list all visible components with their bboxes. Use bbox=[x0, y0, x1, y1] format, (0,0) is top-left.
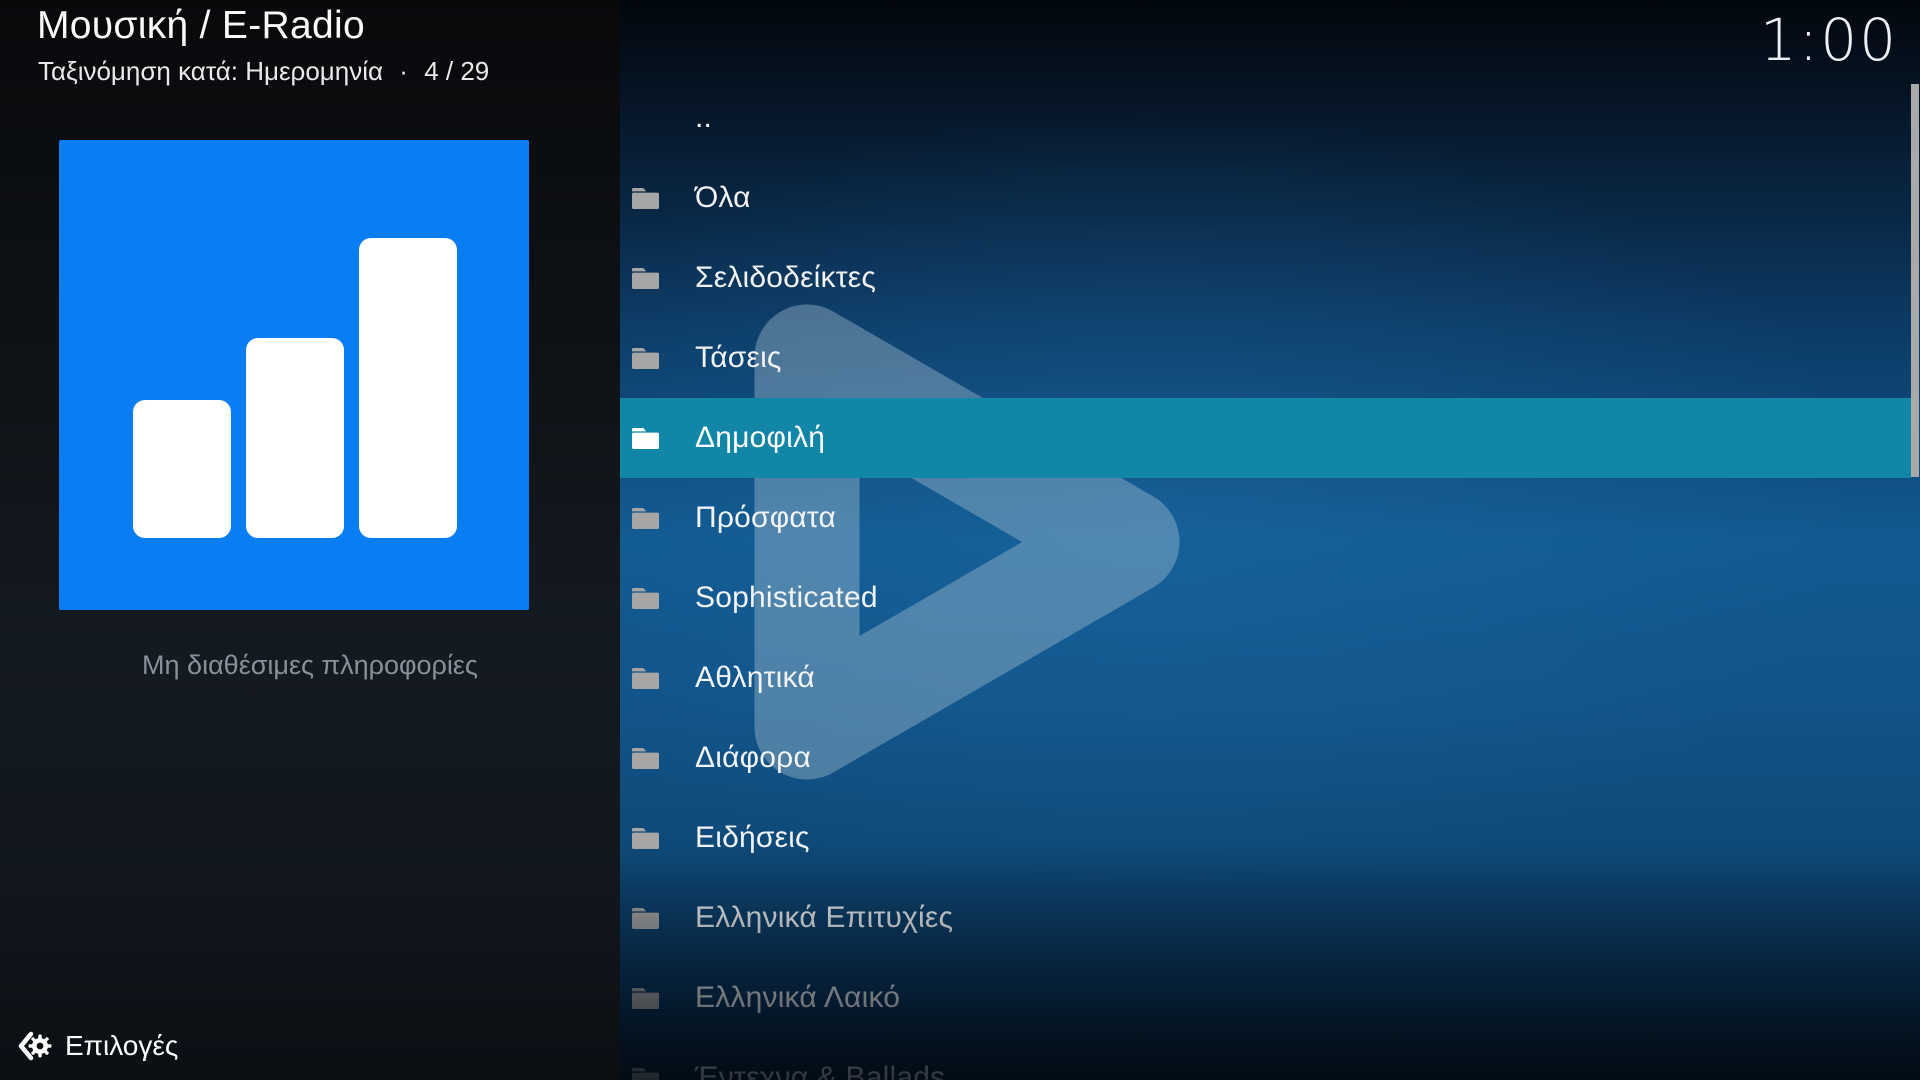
folder-list: .. Όλα Σελιδοδείκτες Τάσεις Δημοφιλή Πρό… bbox=[620, 78, 1920, 1080]
options-gear-icon bbox=[16, 1028, 52, 1064]
folder-icon bbox=[630, 985, 661, 1012]
list-item[interactable]: Διάφορα bbox=[620, 718, 1920, 798]
list-item[interactable]: Ελληνικά Λαικό bbox=[620, 958, 1920, 1038]
list-item-label: Αθλητικά bbox=[695, 661, 815, 695]
folder-icon bbox=[630, 185, 661, 212]
item-position: 4 / 29 bbox=[424, 56, 489, 86]
list-item-label: Ελληνικά Λαικό bbox=[695, 981, 900, 1015]
list-item-label: Διάφορα bbox=[695, 741, 811, 775]
list-item[interactable]: Όλα bbox=[620, 158, 1920, 238]
info-panel: Μουσική / E-Radio Ταξινόμηση κατά: Ημερο… bbox=[0, 0, 620, 1080]
list-item[interactable]: Σελιδοδείκτες bbox=[620, 238, 1920, 318]
bar-chart-icon bbox=[133, 238, 457, 538]
bar-medium bbox=[246, 338, 344, 538]
scrollbar-thumb[interactable] bbox=[1911, 84, 1919, 477]
list-item-label: Δημοφιλή bbox=[695, 421, 825, 455]
sort-label: Ταξινόμηση κατά: Ημερομηνία bbox=[38, 56, 383, 86]
folder-icon bbox=[630, 585, 661, 612]
page-title: Μουσική / E-Radio bbox=[37, 4, 365, 48]
sort-status: Ταξινόμηση κατά: Ημερομηνία · 4 / 29 bbox=[38, 56, 498, 87]
list-item[interactable]: .. bbox=[620, 78, 1920, 158]
list-item[interactable]: Τάσεις bbox=[620, 318, 1920, 398]
folder-icon bbox=[630, 905, 661, 932]
bar-short bbox=[133, 400, 231, 538]
folder-icon bbox=[630, 745, 661, 772]
list-item-label: Τάσεις bbox=[695, 341, 782, 375]
list-item[interactable]: Sophisticated bbox=[620, 558, 1920, 638]
folder-icon bbox=[630, 505, 661, 532]
kodi-window: .. Όλα Σελιδοδείκτες Τάσεις Δημοφιλή Πρό… bbox=[0, 0, 1920, 1080]
clock: 1:00 bbox=[1760, 6, 1898, 74]
list-item-label: Σελιδοδείκτες bbox=[695, 261, 876, 295]
options-label: Επιλογές bbox=[65, 1030, 178, 1062]
list-item[interactable]: Αθλητικά bbox=[620, 638, 1920, 718]
artwork-thumbnail bbox=[59, 140, 529, 610]
list-item[interactable]: Πρόσφατα bbox=[620, 478, 1920, 558]
list-item[interactable]: Ειδήσεις bbox=[620, 798, 1920, 878]
no-info-caption: Μη διαθέσιμες πληροφορίες bbox=[0, 650, 620, 681]
folder-icon bbox=[630, 425, 661, 452]
list-item-label: Sophisticated bbox=[695, 581, 878, 615]
list-item[interactable]: Ελληνικά Επιτυχίες bbox=[620, 878, 1920, 958]
separator-dot: · bbox=[399, 56, 408, 86]
folder-icon bbox=[630, 265, 661, 292]
folder-icon bbox=[630, 825, 661, 852]
bar-tall bbox=[359, 238, 457, 538]
list-item-label: Όλα bbox=[695, 181, 751, 215]
folder-icon bbox=[630, 345, 661, 372]
list-item-label: Πρόσφατα bbox=[695, 501, 836, 535]
folder-icon bbox=[630, 665, 661, 692]
options-button[interactable]: Επιλογές bbox=[16, 1028, 178, 1064]
list-item[interactable]: Έντεχνα & Ballads bbox=[620, 1038, 1920, 1080]
list-item-label: Ελληνικά Επιτυχίες bbox=[695, 901, 953, 935]
folder-icon bbox=[630, 1065, 661, 1080]
list-item[interactable]: Δημοφιλή bbox=[620, 398, 1911, 478]
list-item-label: Έντεχνα & Ballads bbox=[695, 1061, 945, 1080]
list-item-label: Ειδήσεις bbox=[695, 821, 810, 855]
list-item-label: .. bbox=[695, 101, 712, 135]
